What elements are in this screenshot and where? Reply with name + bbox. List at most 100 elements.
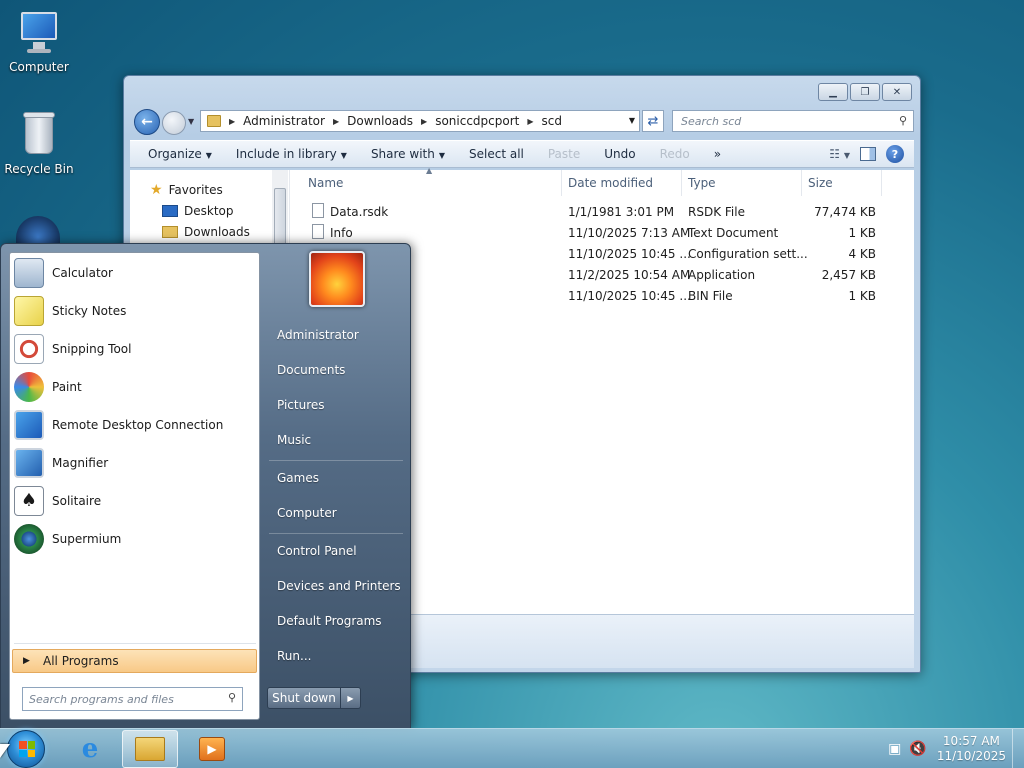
start-item-administrator[interactable]: Administrator bbox=[277, 328, 359, 342]
scroll-thumb[interactable] bbox=[274, 188, 286, 248]
nav-desktop[interactable]: Desktop bbox=[162, 204, 234, 218]
start-item-default-programs[interactable]: Default Programs bbox=[277, 614, 382, 628]
nav-downloads[interactable]: Downloads bbox=[162, 225, 250, 239]
program-supermium[interactable]: Supermium bbox=[14, 521, 258, 557]
start-item-music[interactable]: Music bbox=[277, 433, 311, 447]
close-button[interactable]: ✕ bbox=[882, 83, 912, 101]
program-label: Solitaire bbox=[52, 494, 102, 508]
address-bar[interactable]: ▶ Administrator ▶ Downloads ▶ soniccdpcp… bbox=[200, 110, 640, 132]
column-header-name[interactable]: Name ▲ bbox=[292, 166, 562, 196]
chevron-right-icon[interactable]: ▶ bbox=[527, 117, 533, 126]
supermium-desktop-icon[interactable] bbox=[16, 216, 60, 246]
breadcrumb-item[interactable]: soniccdpcport bbox=[435, 114, 519, 128]
nav-label: Downloads bbox=[184, 225, 250, 239]
taskbar-media-player[interactable]: ▶ bbox=[184, 730, 240, 768]
address-dropdown[interactable]: ▼ bbox=[629, 116, 635, 125]
column-header-type[interactable]: Type bbox=[682, 170, 802, 196]
start-search-input[interactable]: Search programs and files ⚲ bbox=[22, 687, 243, 711]
recycle-bin-icon bbox=[15, 110, 63, 158]
help-icon[interactable]: ? bbox=[886, 145, 904, 163]
column-header-size[interactable]: Size bbox=[802, 170, 882, 196]
paint-icon bbox=[14, 372, 44, 402]
file-row[interactable]: Data.rsdk 1/1/1981 3:01 PM RSDK File 77,… bbox=[292, 202, 902, 222]
program-paint[interactable]: Paint bbox=[14, 369, 258, 405]
share-with-button[interactable]: Share with ▼ bbox=[371, 147, 445, 161]
more-commands-button[interactable]: » bbox=[714, 147, 721, 161]
program-magnifier[interactable]: Magnifier bbox=[14, 445, 258, 481]
minimize-button[interactable]: ▁ bbox=[818, 83, 848, 101]
internet-explorer-icon: e bbox=[81, 734, 99, 764]
shutdown-button[interactable]: Shut down bbox=[267, 687, 341, 709]
search-icon[interactable]: ⚲ bbox=[899, 114, 907, 127]
show-desktop-button[interactable] bbox=[1012, 729, 1024, 768]
program-remote-desktop[interactable]: Remote Desktop Connection bbox=[14, 407, 258, 443]
network-icon[interactable]: ▣ bbox=[888, 741, 901, 757]
program-sticky-notes[interactable]: Sticky Notes bbox=[14, 293, 258, 329]
chevron-right-icon[interactable]: ▶ bbox=[421, 117, 427, 126]
start-item-computer[interactable]: Computer bbox=[277, 506, 337, 520]
breadcrumb-item[interactable]: scd bbox=[542, 114, 562, 128]
program-label: Sticky Notes bbox=[52, 304, 127, 318]
sticky-notes-icon bbox=[14, 296, 44, 326]
select-all-button[interactable]: Select all bbox=[469, 147, 524, 161]
chevron-right-icon[interactable]: ▶ bbox=[229, 117, 235, 126]
program-label: Remote Desktop Connection bbox=[52, 418, 224, 432]
all-programs-button[interactable]: ▶ All Programs bbox=[12, 649, 257, 673]
breadcrumb-item[interactable]: Administrator bbox=[243, 114, 325, 128]
file-size: 1 KB bbox=[848, 226, 876, 240]
back-button[interactable]: ← bbox=[134, 109, 160, 135]
maximize-button[interactable]: ❐ bbox=[850, 83, 880, 101]
refresh-button[interactable]: ⇄ bbox=[642, 110, 664, 132]
start-item-documents[interactable]: Documents bbox=[277, 363, 345, 377]
organize-button[interactable]: Organize ▼ bbox=[148, 147, 212, 161]
start-item-control-panel[interactable]: Control Panel bbox=[277, 544, 357, 558]
breadcrumb-item[interactable]: Downloads bbox=[347, 114, 413, 128]
desktop-icon-label: Computer bbox=[9, 60, 69, 74]
forward-button[interactable] bbox=[162, 111, 186, 135]
start-item-pictures[interactable]: Pictures bbox=[277, 398, 325, 412]
undo-button[interactable]: Undo bbox=[604, 147, 635, 161]
clock-date: 11/10/2025 bbox=[936, 749, 1006, 763]
program-label: Magnifier bbox=[52, 456, 109, 470]
chevron-right-icon[interactable]: ▶ bbox=[333, 117, 339, 126]
start-button[interactable] bbox=[7, 730, 45, 768]
clock-time: 10:57 AM bbox=[942, 734, 1000, 748]
include-in-library-button[interactable]: Include in library ▼ bbox=[236, 147, 347, 161]
clock[interactable]: 10:57 AM 11/10/2025 bbox=[937, 734, 1006, 764]
user-picture[interactable] bbox=[309, 251, 365, 307]
shutdown-options-button[interactable]: ▶ bbox=[341, 687, 361, 709]
column-label: Date modified bbox=[568, 176, 654, 190]
start-menu: Calculator Sticky Notes Snipping Tool Pa… bbox=[0, 243, 411, 729]
solitaire-icon: ♠ bbox=[14, 486, 44, 516]
window-controls: ▁ ❐ ✕ bbox=[818, 83, 912, 101]
program-solitaire[interactable]: ♠ Solitaire bbox=[14, 483, 258, 519]
start-item-games[interactable]: Games bbox=[277, 471, 319, 485]
all-programs-label: All Programs bbox=[43, 654, 119, 668]
program-snipping-tool[interactable]: Snipping Tool bbox=[14, 331, 258, 367]
desktop-icon-computer[interactable]: Computer bbox=[0, 8, 78, 74]
file-row[interactable]: Info 11/10/2025 7:13 AM Text Document 1 … bbox=[292, 223, 902, 243]
computer-icon bbox=[15, 8, 63, 56]
nav-favorites[interactable]: ★ Favorites bbox=[150, 182, 223, 198]
recent-pages-dropdown[interactable]: ▼ bbox=[188, 117, 194, 126]
column-header-date-modified[interactable]: Date modified bbox=[562, 170, 682, 196]
paste-button: Paste bbox=[547, 147, 581, 161]
taskbar-file-explorer[interactable] bbox=[122, 730, 178, 768]
file-type: Configuration sett... bbox=[688, 247, 808, 261]
file-name: Info bbox=[330, 226, 353, 240]
taskbar-internet-explorer[interactable]: e bbox=[62, 730, 118, 768]
snipping-tool-icon bbox=[14, 334, 44, 364]
file-size: 77,474 KB bbox=[814, 205, 876, 219]
program-calculator[interactable]: Calculator bbox=[14, 255, 258, 291]
start-item-run[interactable]: Run... bbox=[277, 649, 311, 663]
search-input[interactable]: Search scd ⚲ bbox=[672, 110, 914, 132]
desktop-icon-recycle-bin[interactable]: Recycle Bin bbox=[0, 110, 78, 176]
downloads-folder-icon bbox=[162, 226, 178, 238]
change-view-button[interactable]: ☷ ▼ bbox=[829, 147, 850, 161]
separator bbox=[269, 460, 403, 461]
shutdown-group: Shut down ▶ bbox=[267, 687, 361, 709]
start-item-devices-printers[interactable]: Devices and Printers bbox=[277, 579, 401, 593]
volume-muted-icon[interactable]: 🔇 bbox=[909, 741, 926, 757]
preview-pane-button[interactable] bbox=[860, 147, 876, 161]
search-icon[interactable]: ⚲ bbox=[228, 691, 236, 704]
